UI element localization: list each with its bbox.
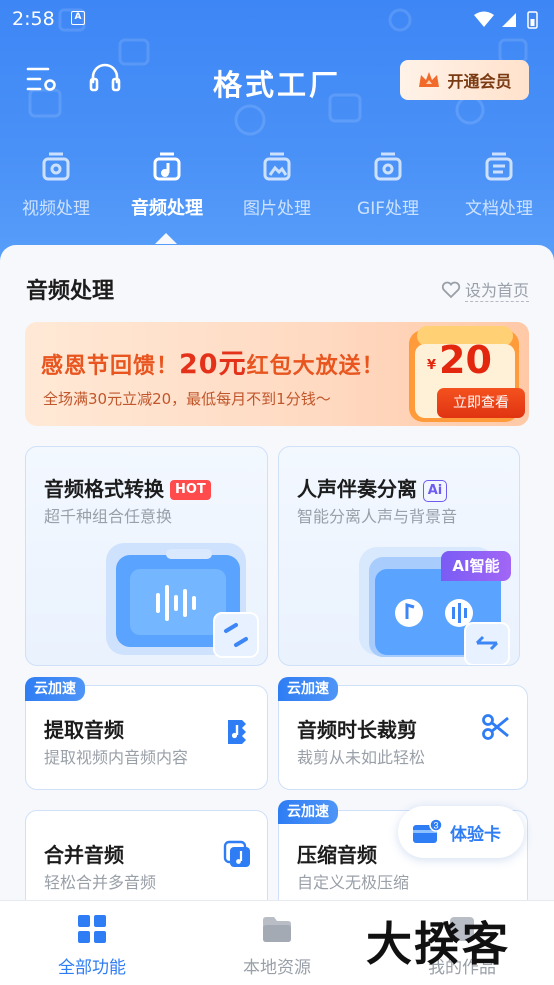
- vip-button[interactable]: 开通会员: [400, 60, 529, 100]
- card-extract-name: 提取音频: [44, 718, 124, 742]
- system-status-icons: [474, 11, 538, 29]
- card-separate-desc: 智能分离人声与背景音: [297, 507, 458, 526]
- card-convert-title: 音频格式转换 HOT: [44, 473, 211, 502]
- tab-document[interactable]: 文档处理: [444, 140, 554, 219]
- tab-image[interactable]: 图片处理: [222, 140, 332, 219]
- card-merge-audio[interactable]: 合并音频 轻松合并多音频: [25, 810, 268, 905]
- tab-document-label: 文档处理: [465, 199, 533, 219]
- trial-card-button[interactable]: 3 体验卡: [398, 806, 524, 858]
- card-audio-convert[interactable]: 音频格式转换 HOT 超千种组合任意换: [25, 446, 268, 666]
- card-vocal-separate[interactable]: 人声伴奏分离 Ai 智能分离人声与背景音 AI智能: [278, 446, 520, 666]
- nav-all-features-label: 全部功能: [58, 958, 126, 978]
- banner-amount: 20: [439, 338, 492, 382]
- merge-audio-icon: [223, 840, 250, 867]
- card-compress-name: 压缩音频: [297, 843, 377, 867]
- card-convert-desc: 超千种组合任意换: [44, 507, 173, 526]
- active-tab-indicator: [155, 233, 177, 244]
- tab-video[interactable]: 视频处理: [1, 140, 111, 219]
- card-separate-title: 人声伴奏分离 Ai: [297, 473, 447, 502]
- trial-card-label: 体验卡: [450, 824, 501, 845]
- video-icon: [42, 152, 70, 181]
- set-home-label: 设为首页: [464, 277, 529, 302]
- nav-all-features[interactable]: 全部功能: [27, 913, 157, 978]
- card-extract-desc: 提取视频内音频内容: [44, 748, 189, 767]
- banner-view-button[interactable]: 立即查看: [437, 388, 525, 418]
- ai-badge: Ai: [423, 480, 447, 502]
- trial-card-icon: 3: [413, 819, 442, 843]
- banner-subtitle: 全场满30元立减20，最低每月不到1分钱～: [43, 390, 331, 408]
- status-bar: 2:58 A: [0, 0, 554, 40]
- nav-local-resources[interactable]: 本地资源: [212, 913, 342, 978]
- banner-headline-a: 感恩节回馈！: [41, 354, 180, 379]
- heart-icon: [441, 281, 461, 298]
- card-compress-desc: 自定义无极压缩: [297, 873, 410, 892]
- set-home-button[interactable]: 设为首页: [441, 277, 529, 302]
- watermark-text: 大揆客: [366, 917, 510, 971]
- trial-card-count: 3: [433, 821, 438, 831]
- banner-currency: ¥: [427, 358, 437, 373]
- image-icon: [263, 152, 291, 181]
- folder-icon: [263, 917, 291, 942]
- extract-audio-icon: [228, 720, 246, 744]
- tab-gif[interactable]: GIF处理: [333, 140, 443, 219]
- tab-video-label: 视频处理: [22, 199, 90, 219]
- ai-smart-tag: AI智能: [441, 551, 511, 581]
- banner-headline: 感恩节回馈！20元红包大放送！: [41, 342, 385, 381]
- cloud-accel-tag: 云加速: [278, 677, 338, 701]
- cloud-accel-tag: 云加速: [25, 677, 85, 701]
- vip-button-label: 开通会员: [447, 72, 512, 91]
- audio-convert-illustration: [106, 543, 259, 658]
- card-trim-name: 音频时长裁剪: [297, 718, 417, 742]
- cloud-accel-tag: 云加速: [278, 800, 338, 824]
- grid-icon: [78, 915, 106, 943]
- top-bar: 格式工厂 开通会员: [0, 48, 554, 112]
- hot-badge: HOT: [170, 480, 211, 500]
- scissors-icon: [482, 714, 509, 740]
- tab-audio-label: 音频处理: [131, 198, 203, 219]
- promo-banner[interactable]: 感恩节回馈！20元红包大放送！ 全场满30元立减20，最低每月不到1分钱～ ¥ …: [25, 322, 529, 426]
- tab-audio[interactable]: 音频处理: [112, 140, 222, 220]
- audio-icon: [153, 152, 181, 181]
- card-merge-name: 合并音频: [44, 843, 124, 867]
- banner-headline-b: 20元: [179, 349, 247, 380]
- document-icon: [485, 152, 513, 181]
- tab-gif-label: GIF处理: [357, 199, 419, 219]
- gif-icon: [374, 152, 402, 181]
- nav-local-resources-label: 本地资源: [243, 958, 311, 978]
- card-convert-name: 音频格式转换: [44, 477, 164, 501]
- crown-icon: [419, 72, 440, 87]
- tab-image-label: 图片处理: [243, 199, 311, 219]
- card-trim-desc: 裁剪从未如此轻松: [297, 748, 426, 767]
- card-separate-name: 人声伴奏分离: [297, 477, 417, 501]
- category-tabs: 视频处理 音频处理 图片处理 GIF处理 文档处理: [0, 140, 554, 240]
- section-title: 音频处理: [26, 279, 115, 304]
- status-time: 2:58: [12, 8, 55, 30]
- notification-app-icon: A: [71, 11, 85, 25]
- card-merge-desc: 轻松合并多音频: [44, 873, 157, 892]
- banner-headline-c: 红包大放送！: [246, 354, 385, 379]
